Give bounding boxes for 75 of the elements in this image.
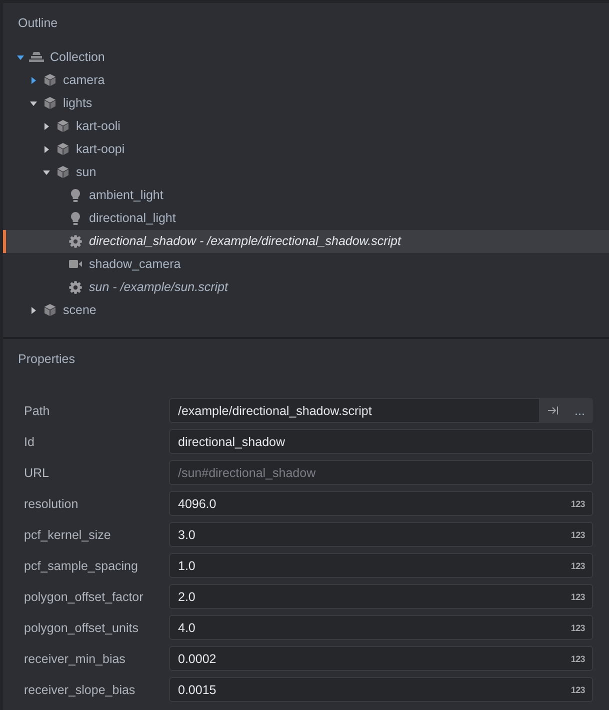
number-type-label: 123 bbox=[570, 592, 585, 602]
stacked-bricks-icon bbox=[29, 52, 44, 62]
tree-row[interactable]: scene bbox=[3, 298, 609, 322]
tree-label: directional_light bbox=[89, 210, 176, 226]
property-label: polygon_offset_units bbox=[24, 620, 138, 634]
property-label: receiver_min_bias bbox=[24, 652, 126, 666]
tree-label: shadow_camera bbox=[89, 256, 181, 272]
lightbulb-icon bbox=[71, 188, 80, 202]
property-label: Id bbox=[24, 434, 34, 448]
tree-row[interactable]: lights bbox=[3, 92, 609, 114]
cube-icon bbox=[56, 166, 68, 178]
tree-label: scene bbox=[63, 302, 96, 318]
caret-down-icon[interactable] bbox=[29, 98, 38, 108]
caret-down-icon[interactable] bbox=[16, 52, 25, 62]
tree-row[interactable]: directional_light bbox=[3, 206, 609, 230]
number-type-label: 123 bbox=[570, 654, 585, 664]
tree-row[interactable]: sun bbox=[3, 160, 609, 184]
tree-label: camera bbox=[63, 72, 105, 88]
number-type-label: 123 bbox=[570, 684, 585, 694]
property-label: resolution bbox=[24, 496, 78, 510]
tree-row[interactable]: kart-ooli bbox=[3, 114, 609, 138]
property-label: polygon_offset_factor bbox=[24, 590, 144, 604]
tree-row[interactable]: sun - /example/sun.script bbox=[3, 276, 609, 298]
gear-icon bbox=[69, 234, 82, 248]
caret-right-icon[interactable] bbox=[29, 306, 38, 314]
cube-icon bbox=[56, 143, 68, 155]
caret-down-icon[interactable] bbox=[42, 168, 51, 176]
number-field[interactable]: 2.0 123 bbox=[169, 584, 593, 609]
cube-icon bbox=[56, 120, 68, 132]
number-field[interactable]: 0.0015 123 bbox=[169, 677, 593, 702]
cube-icon bbox=[44, 304, 56, 316]
property-label: receiver_slope_bias bbox=[24, 682, 136, 696]
text-field[interactable]: directional_shadow bbox=[169, 429, 593, 454]
lightbulb-icon bbox=[71, 212, 80, 224]
tree-row[interactable]: directional_shadow - /example/directional_shadow.script bbox=[3, 230, 609, 252]
tree-label: lights bbox=[63, 95, 92, 111]
panel-title: Properties bbox=[18, 351, 75, 367]
number-field[interactable]: 1.0 123 bbox=[169, 553, 593, 578]
number-field[interactable]: 4.0 123 bbox=[169, 615, 593, 640]
tree-label: Collection bbox=[50, 49, 105, 65]
number-type-label: 123 bbox=[570, 530, 585, 540]
video-camera-icon bbox=[69, 260, 82, 268]
property-label: Path bbox=[24, 404, 50, 418]
caret-right-icon[interactable] bbox=[42, 122, 51, 130]
number-field[interactable]: 0.0002 123 bbox=[169, 646, 593, 671]
tree-row[interactable]: shadow_camera bbox=[3, 252, 609, 276]
tree-label: ambient_light bbox=[89, 187, 164, 203]
path-field[interactable]: /example/directional_shadow.script bbox=[169, 398, 540, 423]
tree-label: sun - /example/sun.script bbox=[89, 279, 228, 295]
property-label: URL bbox=[24, 466, 50, 480]
tree-row[interactable]: ambient_light bbox=[3, 184, 609, 206]
number-type-label: 123 bbox=[570, 498, 585, 508]
arrow-to-bar-icon bbox=[548, 406, 558, 415]
cube-icon bbox=[44, 74, 56, 86]
property-label: pcf_sample_spacing bbox=[24, 558, 138, 572]
number-field[interactable]: 4096.0 123 bbox=[169, 491, 593, 516]
browse-button[interactable]: ... bbox=[566, 398, 593, 423]
tree-label: directional_shadow - /example/directional_shadow.script bbox=[89, 233, 401, 249]
number-field[interactable]: 3.0 123 bbox=[169, 522, 593, 547]
tree-label: sun bbox=[76, 164, 96, 180]
caret-right-icon[interactable] bbox=[42, 144, 51, 154]
property-label: pcf_kernel_size bbox=[24, 528, 111, 542]
cube-icon bbox=[44, 97, 56, 109]
gear-icon bbox=[69, 280, 82, 294]
panel-title: Outline bbox=[17, 15, 58, 31]
number-type-label: 123 bbox=[570, 560, 585, 570]
tree-row[interactable]: camera bbox=[3, 68, 609, 92]
tree-label: kart-oopi bbox=[76, 141, 125, 157]
text-field[interactable]: /sun#directional_shadow bbox=[169, 460, 593, 485]
tree-label: kart-ooli bbox=[76, 118, 120, 134]
tree-row[interactable]: kart-oopi bbox=[3, 138, 609, 160]
number-type-label: 123 bbox=[570, 622, 585, 632]
tree-row[interactable]: Collection bbox=[3, 46, 609, 68]
caret-right-icon[interactable] bbox=[29, 76, 38, 84]
go-to-file-button[interactable] bbox=[540, 398, 566, 423]
